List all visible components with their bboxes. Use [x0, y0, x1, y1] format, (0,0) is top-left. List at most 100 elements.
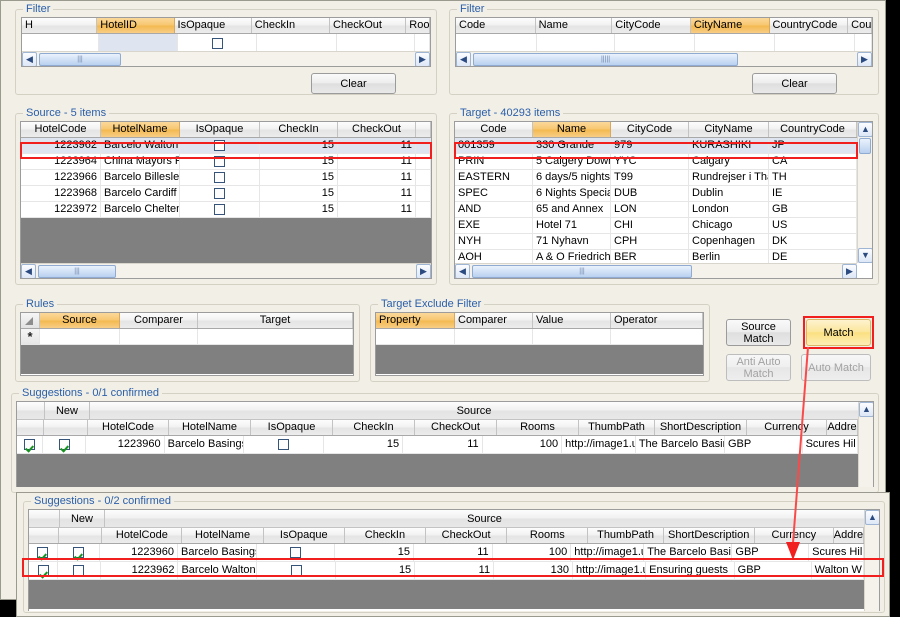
target-exclude-cell-comparer[interactable] — [455, 329, 533, 344]
source-cell-isopaque[interactable] — [180, 170, 260, 185]
suggestion-cell-rooms[interactable]: 130 — [494, 562, 573, 579]
chevron-right-icon[interactable]: ▶ — [842, 263, 857, 278]
suggestions-2-grid[interactable]: New Source HotelCode HotelName IsOpaque … — [28, 509, 880, 611]
source-cell-checkin[interactable]: 15 — [260, 154, 338, 169]
source-cell-hotelcode[interactable]: 1223962 — [21, 138, 101, 153]
source-filter-cell-checkin[interactable] — [257, 34, 337, 52]
suggestions-2-col-currency[interactable]: Currency — [754, 528, 834, 543]
source-filter-hscrollbar[interactable]: ◀ ||| ▶ — [22, 51, 430, 66]
rules-cell-target[interactable] — [198, 329, 353, 344]
source-cell-extra[interactable] — [416, 202, 431, 217]
suggestion-cell-rooms[interactable]: 100 — [493, 544, 572, 561]
row-checkbox[interactable] — [214, 140, 225, 151]
suggestions-1-col-hotelcode[interactable]: HotelCode — [88, 420, 169, 435]
source-cell-checkin[interactable]: 15 — [260, 138, 338, 153]
source-grid-hscroll-thumb[interactable]: ||| — [38, 264, 116, 278]
suggestion-cell-shortdescription[interactable]: The Barcelo Basin — [644, 544, 733, 561]
target-grid[interactable]: Code Name CityCode CityName CountryCode … — [454, 121, 873, 279]
target-cell-countrycode[interactable]: DK — [769, 234, 857, 249]
source-cell-hotelcode[interactable]: 1223966 — [21, 170, 101, 185]
suggestion-cell-checkin[interactable]: 15 — [335, 544, 414, 561]
suggestion-cell-shortdescription[interactable]: Ensuring guests — [646, 562, 735, 579]
target-grid-col-citycode[interactable]: CityCode — [611, 122, 689, 137]
suggestion-cell-hotelname[interactable]: Barcelo Basingso — [165, 436, 245, 453]
source-cell-checkout[interactable]: 11 — [338, 154, 416, 169]
suggestion-cell-shortdescription[interactable]: The Barcelo Basin — [636, 436, 725, 453]
target-grid-col-countrycode[interactable]: CountryCode — [769, 122, 857, 137]
suggestions-2-col-checkout[interactable]: CheckOut — [426, 528, 508, 543]
chevron-right-icon[interactable]: ▶ — [416, 263, 431, 278]
anti-auto-match-button[interactable]: Anti Auto Match — [726, 354, 791, 381]
target-cell-cityname[interactable]: London — [689, 202, 769, 217]
target-cell-name[interactable]: 5 Calgery Downt — [533, 154, 611, 169]
source-cell-checkout[interactable]: 11 — [338, 186, 416, 201]
source-cell-checkout[interactable]: 11 — [338, 202, 416, 217]
suggestion-cell-hotelname[interactable]: Barcelo Basingso — [178, 544, 257, 561]
target-exclude-grid[interactable]: Property Comparer Value Operator — [375, 312, 704, 376]
suggestions-2-col-isopaque[interactable]: IsOpaque — [263, 528, 345, 543]
target-cell-name[interactable]: 65 and Annex — [533, 202, 611, 217]
source-filter-col-checkin[interactable]: CheckIn — [251, 18, 331, 33]
target-filter-value-row[interactable] — [456, 34, 872, 52]
table-row[interactable]: 1223966Barcelo Billesley I 1511 — [21, 170, 431, 186]
table-row[interactable]: 1223962Barcelo Walton H 1511 — [21, 138, 431, 154]
table-row[interactable]: SPEC 6 Nights Special DUB Dublin IE — [455, 186, 857, 202]
target-grid-hscroll-track[interactable]: ||| — [470, 264, 842, 279]
source-cell-hotelname[interactable]: Barcelo Cardiff A — [101, 186, 180, 201]
suggestions-2-col-checkin[interactable]: CheckIn — [344, 528, 427, 543]
table-row[interactable]: 1223968 Barcelo Cardiff A 15 11 — [21, 186, 431, 202]
source-grid[interactable]: HotelCode HotelName IsOpaque CheckIn Che… — [20, 121, 432, 279]
table-row[interactable]: 1223972 Barcelo Cheltenh 15 11 — [21, 202, 431, 218]
suggestion-cell-thumbpath[interactable]: http://image1.ur — [562, 436, 636, 453]
suggestions-2-col-rooms[interactable]: Rooms — [507, 528, 589, 543]
match-button[interactable]: Match — [806, 319, 871, 346]
target-cell-countrycode[interactable]: GB — [769, 202, 857, 217]
source-filter-cell-h[interactable] — [22, 34, 99, 52]
target-cell-name[interactable]: 6 Nights Special — [533, 186, 611, 201]
suggestion-cell-currency[interactable]: GBP — [725, 436, 803, 453]
source-cell-extra[interactable] — [416, 138, 431, 153]
target-filter-cell-citycode[interactable] — [615, 34, 695, 52]
target-grid-hscrollbar[interactable]: ◀ ||| ▶ — [455, 263, 857, 278]
suggestion-cell-addre[interactable]: Walton W — [812, 562, 864, 579]
source-filter-cell-checkout[interactable] — [337, 34, 415, 52]
suggestion-cell-hotelname[interactable]: Barcelo Walton H — [178, 562, 258, 579]
suggestion-row[interactable]: 1223960Barcelo Basingso 1511100http://ima… — [29, 544, 865, 562]
source-grid-hscrollbar[interactable]: ◀ ||| ▶ — [21, 263, 431, 278]
row-checkbox[interactable] — [37, 547, 49, 558]
source-filter-hscroll-thumb[interactable]: ||| — [39, 52, 121, 66]
suggestions-1-col-currency[interactable]: Currency — [747, 420, 827, 435]
target-grid-col-name[interactable]: Name — [533, 122, 611, 137]
rules-col-comparer[interactable]: Comparer — [120, 313, 198, 328]
suggestions-2-col-hotelname[interactable]: HotelName — [182, 528, 264, 543]
source-filter-grid[interactable]: H HotelID IsOpaque CheckIn CheckOut Roo … — [21, 17, 431, 67]
source-filter-col-roo[interactable]: Roo — [406, 18, 430, 33]
suggestion-cell-thumbpath[interactable]: http://image1.ur — [573, 562, 647, 579]
suggestion-new-checkbox-cell[interactable] — [58, 544, 101, 561]
target-cell-countrycode[interactable]: IE — [769, 186, 857, 201]
source-grid-col-hotelcode[interactable]: HotelCode — [21, 122, 101, 137]
source-cell-hotelcode[interactable]: 1223968 — [21, 186, 101, 201]
source-cell-extra[interactable] — [416, 154, 431, 169]
suggestions-2-col-shortdescription[interactable]: ShortDescription — [663, 528, 755, 543]
chevron-down-icon[interactable]: ▼ — [858, 248, 872, 263]
source-cell-hotelname[interactable]: Barcelo Billesley I — [101, 170, 180, 185]
row-checkbox[interactable] — [73, 547, 85, 558]
suggestion-new-checkbox-cell[interactable] — [43, 436, 87, 453]
target-filter-cell-countrycode[interactable] — [775, 34, 855, 52]
suggestion-cell-hotelcode[interactable]: 1223960 — [86, 436, 165, 453]
row-checkbox[interactable] — [58, 439, 70, 450]
target-filter-col-cou[interactable]: Cou — [848, 18, 872, 33]
source-cell-checkin[interactable]: 15 — [260, 202, 338, 217]
row-checkbox[interactable] — [214, 204, 225, 215]
auto-match-button[interactable]: Auto Match — [801, 354, 871, 381]
table-row[interactable]: NYH 71 Nyhavn CPH Copenhagen DK — [455, 234, 857, 250]
source-cell-isopaque[interactable] — [180, 154, 260, 169]
suggestions-1-col-checkin[interactable]: CheckIn — [333, 420, 415, 435]
rules-col-target[interactable]: Target — [198, 313, 353, 328]
source-filter-cell-hotelid[interactable] — [99, 34, 178, 52]
suggestion-cell-hotelcode[interactable]: 1223960 — [100, 544, 178, 561]
suggestion-confirm-checkbox-cell[interactable] — [29, 562, 59, 579]
source-cell-isopaque[interactable] — [180, 202, 260, 217]
source-filter-value-row[interactable] — [22, 34, 430, 52]
